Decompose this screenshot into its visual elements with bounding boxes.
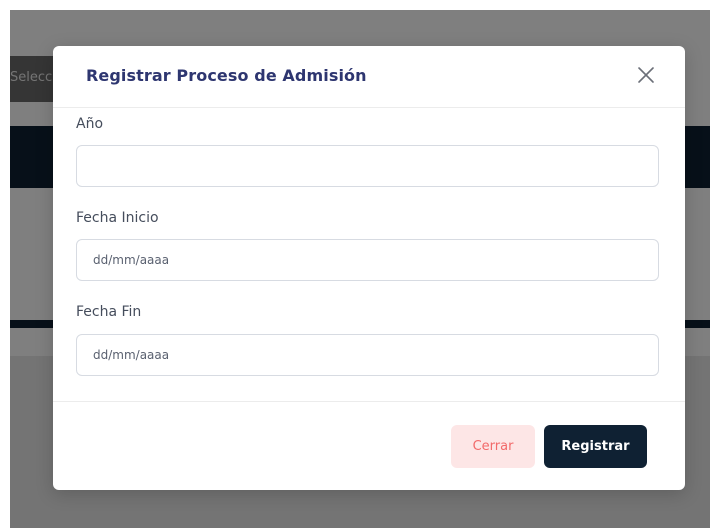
- modal-body: Año Fecha Inicio Fecha Fin: [53, 108, 685, 400]
- year-input[interactable]: [76, 145, 659, 187]
- page: Seleccion Registrar Proceso de Admisión …: [0, 0, 710, 528]
- start-date-label: Fecha Inicio: [76, 210, 159, 226]
- modal-title: Registrar Proceso de Admisión: [86, 66, 367, 85]
- close-button[interactable]: [631, 60, 661, 90]
- register-button[interactable]: Registrar: [544, 425, 647, 468]
- modal-footer: Cerrar Registrar: [53, 401, 685, 491]
- end-date-label: Fecha Fin: [76, 304, 142, 320]
- register-admission-modal: Registrar Proceso de Admisión Año Fecha …: [53, 46, 685, 490]
- year-label: Año: [76, 116, 104, 132]
- start-date-input[interactable]: [76, 239, 659, 281]
- modal-header: Registrar Proceso de Admisión: [53, 46, 685, 108]
- close-icon: [638, 67, 654, 83]
- end-date-input[interactable]: [76, 334, 659, 376]
- cancel-button[interactable]: Cerrar: [451, 425, 535, 468]
